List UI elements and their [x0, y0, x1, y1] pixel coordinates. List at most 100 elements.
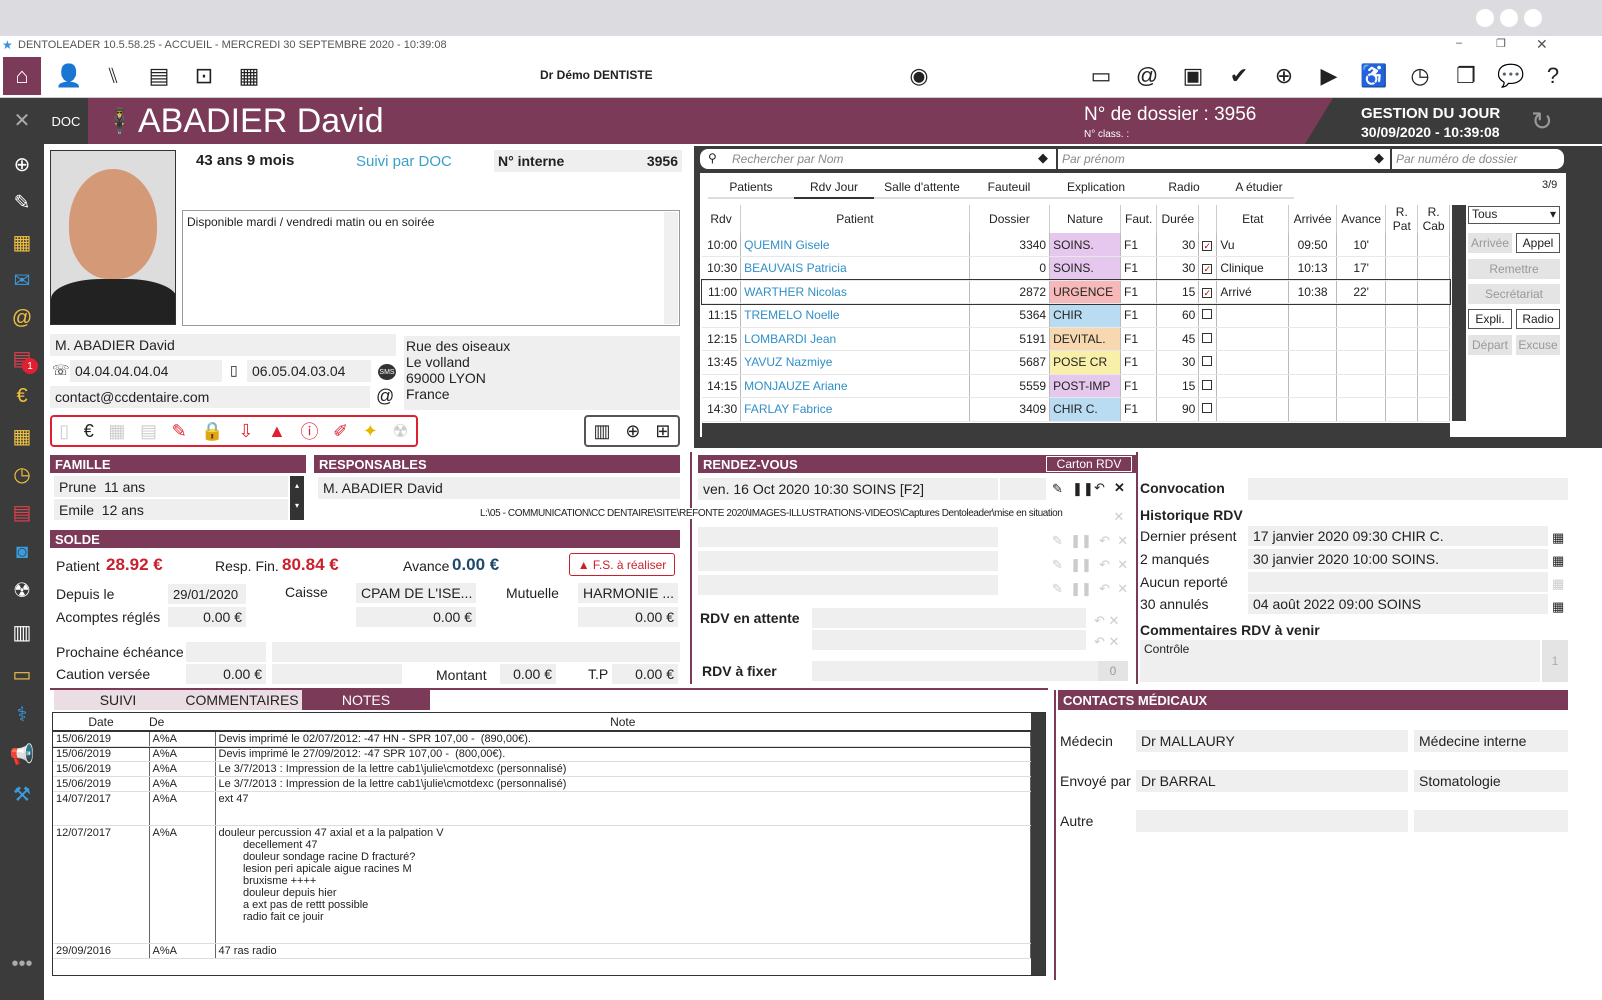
at-icon[interactable]: @ — [4, 302, 40, 334]
rdv-check-icon[interactable] — [1202, 403, 1213, 414]
tab-patients[interactable]: Patients — [708, 177, 794, 199]
envoye-spec[interactable]: Stomatologie — [1414, 770, 1568, 792]
rdv-col-rcab[interactable]: R. Cab — [1417, 205, 1450, 233]
search-number-input[interactable]: Par numéro de dossier — [1392, 149, 1564, 169]
edit-rdv-icon[interactable]: ✎ — [1052, 481, 1063, 497]
caduceus-icon[interactable]: ⚕ — [4, 698, 40, 730]
rdv-col-check[interactable] — [1198, 205, 1218, 233]
rdv-vscroll[interactable] — [1452, 205, 1466, 421]
envoye-value[interactable]: Dr BARRAL — [1136, 770, 1408, 792]
mail-icon[interactable]: ✉ — [4, 264, 40, 296]
syringe-icon[interactable]: ✐ — [333, 421, 348, 442]
help-icon[interactable]: ? — [1536, 59, 1570, 93]
fs-button[interactable]: ▲ F.S. à réaliser — [569, 553, 675, 576]
play-icon[interactable]: ▶ — [1312, 59, 1346, 93]
calendar-clock-icon[interactable]: ◷ — [4, 458, 40, 490]
caution-value[interactable]: 0.00 € — [186, 664, 266, 684]
exclamation-icon[interactable]: ⓘ — [300, 418, 318, 444]
edit-action-icon[interactable]: ✎ — [172, 421, 187, 442]
rdv-check-icon[interactable] — [1202, 356, 1213, 367]
megaphone-icon[interactable]: 📢 — [4, 738, 40, 770]
rdv-fixer-field[interactable] — [812, 661, 1128, 681]
radiation-action-icon[interactable]: ☢ — [392, 421, 408, 442]
user-switch-icon[interactable]: ◉ — [902, 59, 936, 93]
chair-icon[interactable]: ⑊ — [96, 59, 130, 93]
rdv-row[interactable]: 10:00 QUEMIN Gisele 3340 SOINS. F1 30 ✓ Vu 09:50… — [702, 233, 1450, 257]
annules-value[interactable]: 04 août 2022 09:00 SOINS — [1248, 594, 1548, 614]
rdv-row[interactable]: 11:00 WARTHER Nicolas 2872 URGENCE F1 15 ✓ Arri… — [701, 279, 1451, 305]
tab-suivi[interactable]: SUIVI — [54, 690, 182, 710]
note-row[interactable]: 15/06/2019 A%A Devis imprimé le 27/09/2012… — [53, 746, 1031, 762]
home-icon[interactable]: ⌂ — [3, 57, 41, 95]
close-panel-icon[interactable]: ✕ — [4, 104, 40, 136]
rdv-row[interactable]: 14:30 FARLAY Fabrice 3409 CHIR C. F1 90 — [702, 397, 1450, 422]
euro-icon[interactable]: € — [4, 380, 40, 412]
echeance-note[interactable] — [272, 642, 680, 662]
search-name-input[interactable]: ⚲ Rechercher par Nom ◆ — [700, 149, 1056, 169]
rdv-hscroll[interactable] — [702, 423, 1450, 437]
calendar-edit-icon[interactable]: ▦ — [4, 420, 40, 452]
minimize-icon[interactable]: – — [1456, 37, 1462, 49]
window-dot-1[interactable] — [1476, 9, 1494, 27]
patient-icon[interactable]: 👤 — [52, 59, 86, 93]
chair-check-icon[interactable]: ♿ — [1357, 59, 1391, 93]
rdv-col-dossier[interactable]: Dossier — [969, 205, 1051, 233]
add-user-icon[interactable]: ⊕ — [4, 148, 40, 180]
caisse-value[interactable]: CPAM DE L'ISE... — [356, 583, 476, 603]
barcode-icon[interactable]: ▥ — [4, 616, 40, 648]
patient-search-icon[interactable]: ⊕ — [1267, 59, 1301, 93]
rdv-check-icon[interactable]: ✓ — [1202, 287, 1213, 298]
reporte-value[interactable] — [1248, 572, 1548, 592]
echeance-field[interactable] — [186, 642, 266, 662]
checkmark-icon[interactable]: ✔ — [1222, 59, 1256, 93]
card-reader-icon[interactable]: ▭ — [1084, 59, 1118, 93]
lock-icon[interactable]: 🔒 — [201, 421, 223, 442]
mutuelle-value[interactable]: HARMONIE ... — [578, 583, 678, 603]
delete-rdv-icon[interactable]: ✕ — [1114, 480, 1125, 496]
bulb-icon[interactable]: ✦ — [363, 421, 378, 442]
notes-action-icon[interactable]: ▤ — [140, 421, 157, 442]
rdv-row[interactable]: 12:15 LOMBARDI Jean 5191 DEVITAL. F1 45 — [702, 327, 1450, 351]
convocation-field[interactable] — [1248, 478, 1568, 500]
archive-icon[interactable]: ▣ — [1176, 59, 1210, 93]
medecin-value[interactable]: Dr MALLAURY — [1136, 730, 1408, 752]
email-field[interactable]: contact@ccdentaire.com — [50, 386, 370, 408]
rdv-check-icon[interactable] — [1202, 332, 1213, 343]
manques-value[interactable]: 30 janvier 2020 10:00 SOINS. — [1248, 549, 1548, 569]
eraser-icon[interactable]: ◆ — [1038, 150, 1048, 166]
famille-member-2[interactable]: Emile 12 ans — [54, 499, 288, 520]
rdv-filter-select[interactable]: Tous ▾ — [1468, 206, 1560, 224]
notes-scrollbar[interactable] — [1031, 713, 1045, 975]
rdv-col-avance[interactable]: Avance — [1336, 205, 1387, 233]
sms-icon[interactable]: SMS — [378, 364, 396, 380]
note-row[interactable]: 12/07/2017 A%A douleur percussion 47 axial… — [53, 825, 1031, 944]
tab-salle-attente[interactable]: Salle d'attente — [874, 177, 970, 199]
mobile-field[interactable]: 06.05.04.03.04 — [247, 360, 371, 382]
close-icon[interactable]: ✕ — [1536, 36, 1548, 53]
appel-button[interactable]: Appel — [1516, 233, 1560, 253]
depuis-value[interactable]: 29/01/2020 — [168, 584, 246, 604]
calendar-action-icon[interactable]: ▦ — [108, 421, 125, 442]
autre-value[interactable] — [1136, 810, 1408, 832]
edit-user-icon[interactable]: ✎ — [4, 186, 40, 218]
document-icon[interactable]: ▯ — [59, 421, 69, 442]
calendar-icon[interactable]: ▦ — [232, 59, 266, 93]
contacts-book-icon[interactable]: ▤ — [142, 59, 176, 93]
folder-icon[interactable]: ▭ — [4, 658, 40, 690]
rdv-check-icon[interactable] — [1202, 379, 1213, 390]
restore-icon[interactable]: ❐ — [1496, 37, 1506, 50]
note-row[interactable]: 15/06/2019 A%A Devis imprimé le 02/07/2012… — [53, 730, 1032, 748]
message-icon[interactable]: ▤ — [4, 496, 40, 528]
rdv-col-etat[interactable]: Etat — [1216, 205, 1290, 233]
pause-rdv-icon[interactable]: ❚❚ — [1072, 481, 1094, 497]
tab-rdv-jour[interactable]: Rdv Jour — [794, 177, 874, 199]
camera-icon[interactable]: ◙ — [4, 536, 40, 568]
famille-member-1[interactable]: Prune 11 ans — [54, 476, 288, 497]
search-book-icon[interactable]: ⊡ — [187, 59, 221, 93]
search-firstname-input[interactable]: Par prénom ◆ — [1058, 149, 1390, 169]
depart-button[interactable]: Départ — [1468, 335, 1512, 355]
chat-icon[interactable]: 💬 — [1494, 59, 1528, 93]
arrivee-button[interactable]: Arrivée — [1468, 233, 1512, 253]
tab-commentaires[interactable]: COMMENTAIRES — [182, 690, 302, 710]
history-icon[interactable]: ◷ — [1403, 59, 1437, 93]
